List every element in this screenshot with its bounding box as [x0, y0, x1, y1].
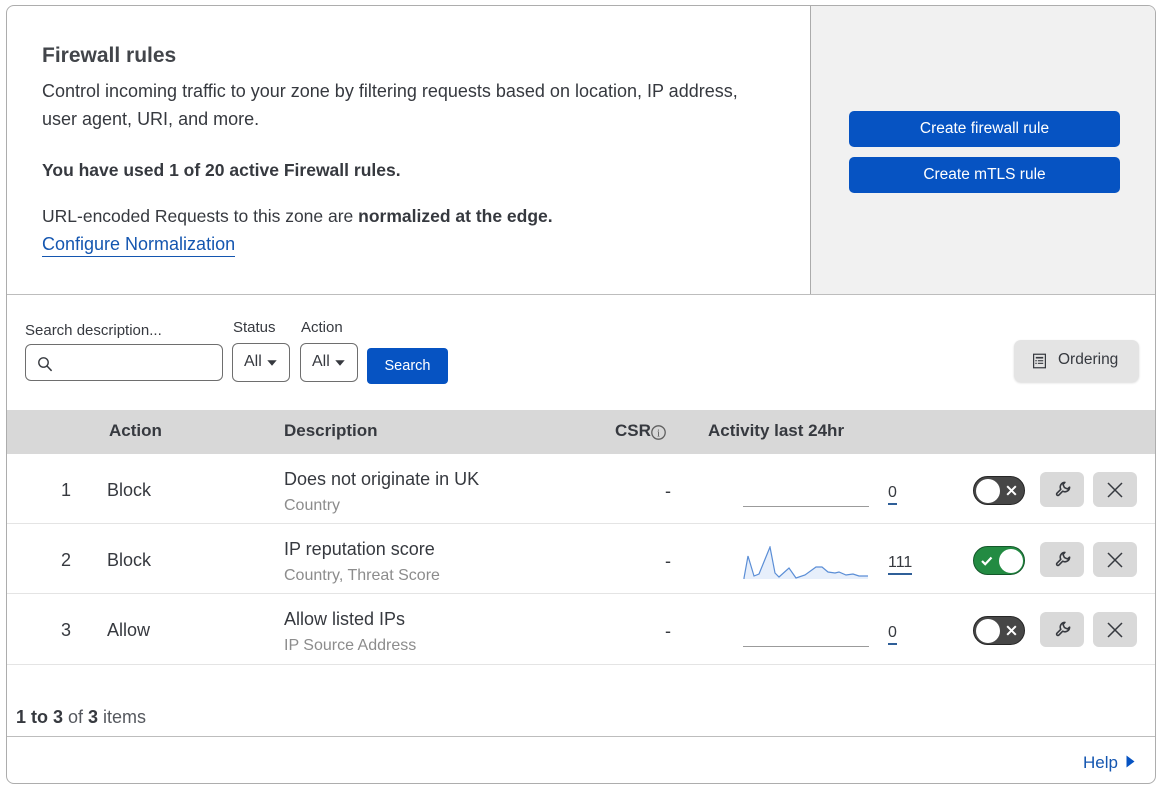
svg-text:i: i — [657, 427, 660, 439]
